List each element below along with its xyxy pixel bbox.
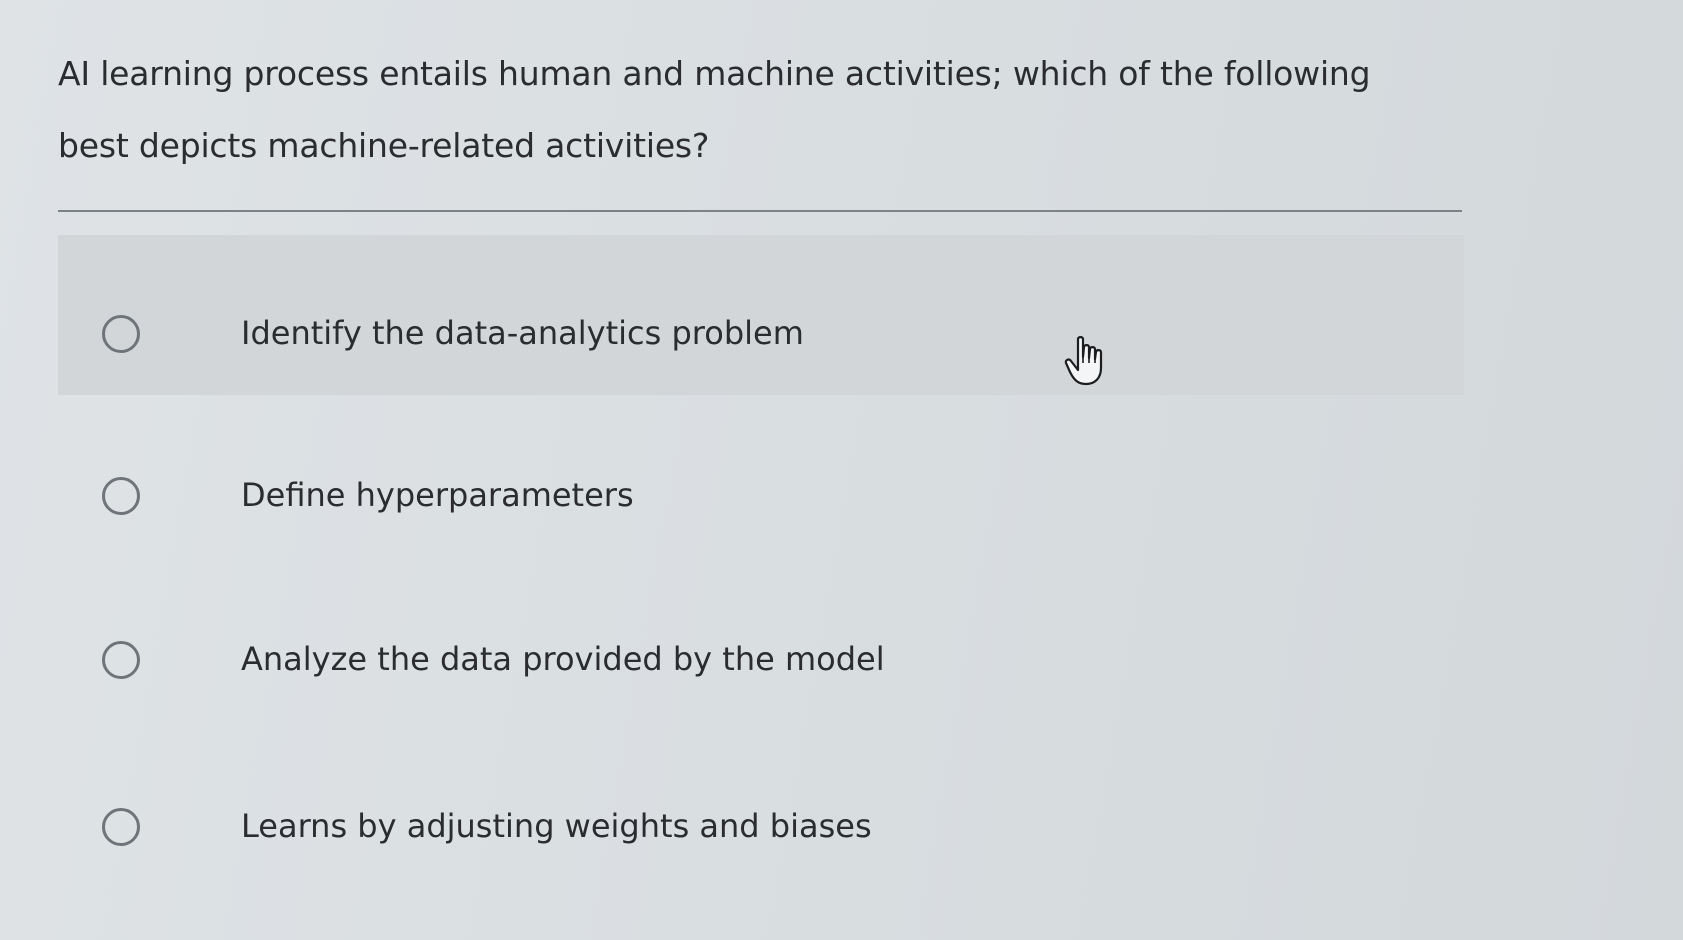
option-define-hyperparameters[interactable]: Define hyperparameters: [58, 410, 1464, 570]
divider: [58, 210, 1462, 212]
radio-button[interactable]: [102, 641, 140, 679]
option-label: Analyze the data provided by the model: [241, 640, 885, 678]
hand-pointer-icon: [1064, 336, 1103, 386]
radio-button[interactable]: [102, 808, 140, 846]
radio-button[interactable]: [102, 477, 140, 515]
radio-button[interactable]: [102, 315, 140, 353]
option-label: Learns by adjusting weights and biases: [241, 807, 872, 845]
option-learns-weights[interactable]: Learns by adjusting weights and biases: [58, 740, 1464, 900]
option-label: Define hyperparameters: [241, 476, 634, 514]
quiz-page: AI learning process entails human and ma…: [0, 0, 1683, 940]
option-identify-problem[interactable]: Identify the data-analytics problem: [58, 235, 1464, 395]
question-text: AI learning process entails human and ma…: [58, 54, 1371, 165]
option-analyze-data[interactable]: Analyze the data provided by the model: [58, 570, 1464, 730]
option-label: Identify the data-analytics problem: [241, 314, 804, 352]
